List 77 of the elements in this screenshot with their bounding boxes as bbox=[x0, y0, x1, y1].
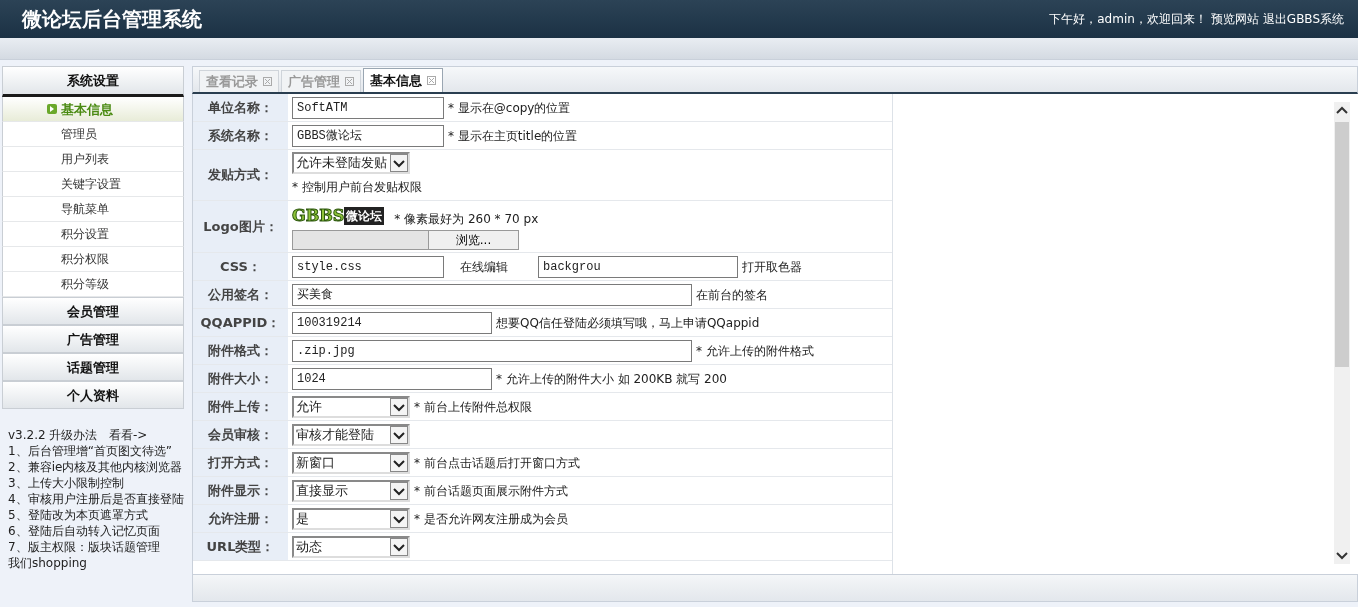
sidebar-item[interactable]: 积分权限 bbox=[2, 247, 184, 272]
tab[interactable]: 基本信息 bbox=[363, 68, 443, 92]
hint-text: * 显示在主页title的位置 bbox=[448, 127, 578, 145]
input-field[interactable]: SoftATM bbox=[292, 96, 444, 119]
select-field[interactable]: 新窗口 bbox=[292, 451, 410, 474]
input-field[interactable]: style.css bbox=[292, 255, 444, 278]
logo: GBBS微论坛 bbox=[292, 205, 385, 227]
field-label: CSS： bbox=[193, 253, 288, 280]
select-field[interactable]: 直接显示 bbox=[292, 479, 410, 502]
field-label: 附件格式： bbox=[193, 337, 288, 364]
menu-group-header[interactable]: 广告管理 bbox=[2, 325, 184, 353]
hint-text: 在前台的签名 bbox=[696, 286, 768, 304]
note-line: 5、登陆改为本页遮罩方式 bbox=[8, 507, 149, 523]
select-field[interactable]: 动态 bbox=[292, 535, 410, 558]
field-label: Logo图片： bbox=[193, 201, 288, 252]
hint-text: 想要QQ信任登陆必须填写哦，马上申请QQappid bbox=[496, 314, 760, 332]
hint-text: * 是否允许网友注册成为会员 bbox=[414, 510, 568, 528]
scrollbar-drawing[interactable] bbox=[1334, 102, 1350, 564]
hint-text: * 前台话题页面展示附件方式 bbox=[414, 482, 568, 500]
header-link[interactable]: 预览网站 bbox=[1210, 10, 1259, 28]
greeting-text: 下午好，admin，欢迎回来！ bbox=[1049, 11, 1207, 28]
bullet-icon bbox=[47, 104, 57, 114]
sidebar-item[interactable]: 管理员 bbox=[2, 122, 184, 147]
select-field[interactable]: 审核才能登陆 bbox=[292, 423, 410, 446]
field-label: 系统名称： bbox=[193, 122, 288, 149]
file-field[interactable]: 浏览... bbox=[292, 230, 519, 250]
edit-link[interactable]: 在线编辑 bbox=[460, 257, 508, 276]
notes-link[interactable]: 看看-> bbox=[108, 428, 148, 442]
menu-group-header[interactable]: 系统设置 bbox=[2, 66, 184, 97]
field-label: 打开方式： bbox=[193, 449, 288, 476]
note-line: 2、兼容ie内核及其他内核浏览器 bbox=[8, 459, 184, 475]
field-label: URL类型： bbox=[193, 533, 288, 560]
note-line: 3、上传大小限制控制 bbox=[8, 475, 125, 491]
input-field[interactable]: 买美食 bbox=[292, 283, 692, 306]
menu-group-header[interactable]: 话题管理 bbox=[2, 353, 184, 381]
browse-button[interactable]: 浏览... bbox=[428, 231, 518, 249]
note-line: 7、版主权限：版块话题管理 bbox=[8, 539, 161, 555]
input-field[interactable]: 100319214 bbox=[292, 311, 492, 334]
hint-text: * 显示在@copy的位置 bbox=[448, 99, 571, 117]
input-field[interactable]: GBBS微论坛 bbox=[292, 124, 444, 147]
note-line: 6、登陆后自动转入记忆页面 bbox=[8, 523, 161, 539]
note-line: 1、后台管理增“首页图文待选” bbox=[8, 443, 174, 459]
sidebar-item[interactable]: 导航菜单 bbox=[2, 197, 184, 222]
select-field[interactable]: 是 bbox=[292, 507, 410, 530]
sidebar-item[interactable]: 积分等级 bbox=[2, 272, 184, 297]
sidebar-item[interactable]: 关键字设置 bbox=[2, 172, 184, 197]
hint-text: * 控制用户前台发贴权限 bbox=[292, 179, 422, 196]
input-field[interactable]: 1024 bbox=[292, 367, 492, 390]
hint-text: * 前台点击话题后打开窗口方式 bbox=[414, 454, 580, 472]
note-line: 4、审核用户注册后是否直接登陆 bbox=[8, 491, 184, 507]
sidebar-item[interactable]: 基本信息 bbox=[2, 97, 184, 122]
input-field[interactable]: .zip.jpg bbox=[292, 339, 692, 362]
field-label: 附件显示： bbox=[193, 477, 288, 504]
select-field[interactable]: 允许 bbox=[292, 395, 410, 418]
input-field[interactable]: backgrou bbox=[538, 255, 738, 278]
field-label: 允许注册： bbox=[193, 505, 288, 532]
hint-text: * 像素最好为 260 * 70 px bbox=[394, 211, 539, 228]
select-field[interactable]: 允许未登陆发贴 bbox=[292, 152, 410, 174]
field-label: 附件上传： bbox=[193, 393, 288, 420]
field-label: 单位名称： bbox=[193, 94, 288, 121]
field-label: 发贴方式： bbox=[193, 150, 288, 200]
header-link[interactable]: 退出GBBS系统 bbox=[1262, 10, 1344, 28]
field-label: 公用签名： bbox=[193, 281, 288, 308]
sidebar-item[interactable]: 积分设置 bbox=[2, 222, 184, 247]
field-label: QQAPPID： bbox=[193, 309, 288, 336]
app-title: 微论坛后台管理系统 bbox=[22, 6, 202, 33]
sidebar-item[interactable]: 用户列表 bbox=[2, 147, 184, 172]
field-label: 附件大小： bbox=[193, 365, 288, 392]
notes-title: v3.2.2 升级办法 bbox=[8, 428, 98, 442]
hint-text: * 前台上传附件总权限 bbox=[414, 398, 532, 416]
field-label: 会员审核： bbox=[193, 421, 288, 448]
menu-group-header[interactable]: 会员管理 bbox=[2, 297, 184, 325]
hint-text: * 允许上传的附件大小 如 200KB 就写 200 bbox=[496, 370, 727, 388]
note-line: 我们shopping bbox=[8, 555, 88, 571]
hint-text: * 允许上传的附件格式 bbox=[696, 342, 814, 360]
menu-group-header[interactable]: 个人资料 bbox=[2, 381, 184, 409]
hint-text: 打开取色器 bbox=[742, 258, 802, 276]
